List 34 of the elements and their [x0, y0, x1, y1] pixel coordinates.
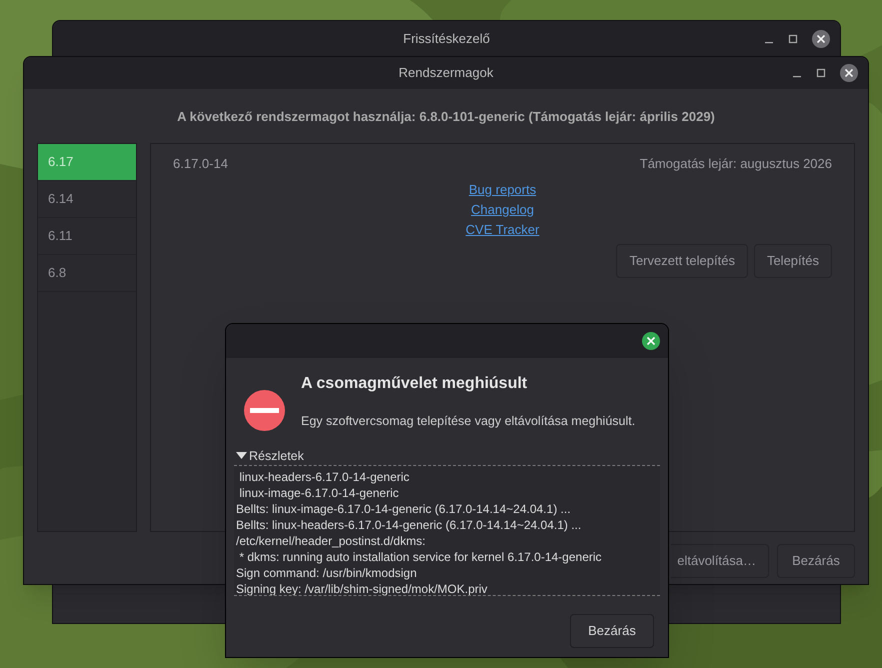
stop-icon [244, 390, 285, 431]
log-line: linux-image-6.17.0-14-generic [238, 485, 400, 501]
footer-button[interactable]: Bezárás [777, 544, 855, 578]
log-line: Bellts: linux-headers-6.17.0-14-generic (6.17.0-14.14~24.04.1) ... [236, 517, 582, 533]
close-button[interactable]: Bezárás [570, 614, 654, 648]
log-line: /etc/kernel/header_postinst.d/dkms: [236, 533, 426, 549]
details-expander[interactable]: Részletek [236, 449, 304, 463]
log-line: linux-headers-6.17.0-14-generic [238, 469, 410, 485]
version-item[interactable]: 6.11 [38, 218, 136, 254]
log-line: Bellts: linux-image-6.17.0-14-generic (6.17.0-14.14~24.04.1) ... [236, 501, 572, 517]
version-item[interactable]: 6.8 [38, 254, 136, 292]
action-button[interactable]: Tervezett telepítés [616, 244, 748, 278]
action-button[interactable]: Telepítés [754, 244, 832, 278]
window-title: Rendszermagok [398, 64, 494, 82]
maximize-icon[interactable] [788, 34, 798, 44]
close-icon[interactable] [840, 64, 858, 82]
support-text: Támogatás lejár: augusztus 2026 [640, 154, 832, 173]
close-icon[interactable] [812, 30, 830, 48]
close-icon[interactable] [642, 332, 660, 350]
heading-text: A következő rendszermagot használja: 6.8.0-101-generic (Támogatás lejár: április 2029) [177, 108, 715, 126]
link[interactable]: Bug reports [468, 181, 536, 198]
log-line: Sign command: /usr/bin/kmodsign [236, 565, 418, 581]
version-item[interactable]: 6.17 [38, 144, 136, 180]
link[interactable]: Changelog [471, 201, 534, 218]
dialog-title: A csomagművelet meghiúsult [301, 374, 528, 394]
expanded-icon [236, 452, 247, 460]
version-item[interactable]: 6.14 [38, 180, 136, 218]
maximize-icon[interactable] [816, 68, 826, 78]
kernel-version: 6.17.0-14 [173, 154, 228, 172]
dialog-message: Egy szoftvercsomag telepítése vagy eltávolítása meghiúsult. [301, 413, 636, 430]
link[interactable]: CVE Tracker [466, 221, 540, 238]
window-title: Frissítéskezelő [403, 30, 490, 48]
log-line: * dkms: running auto installation service for kernel 6.17.0-14-generic [238, 549, 603, 565]
footer-button[interactable]: eltávolítása… [671, 544, 769, 578]
